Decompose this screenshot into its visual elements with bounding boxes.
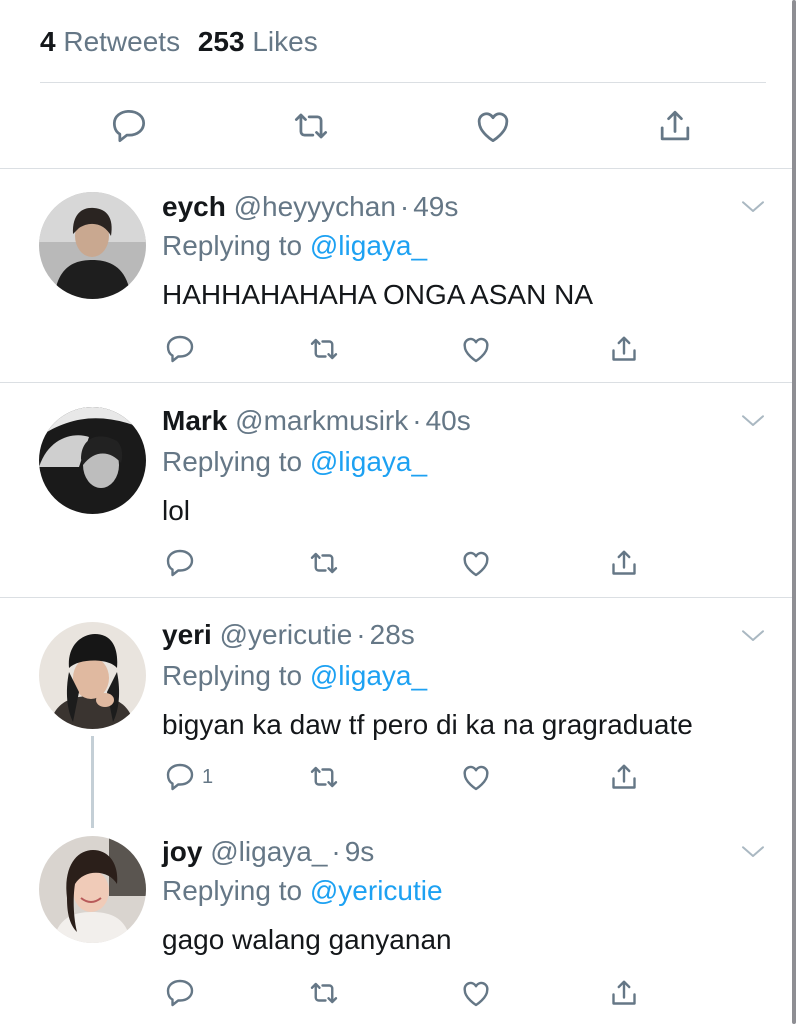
chevron-down-icon[interactable] [738, 836, 768, 866]
replying-to: Replying to @ligaya_ [162, 228, 427, 264]
share-icon[interactable] [606, 545, 642, 581]
user-handle[interactable]: @heyyychan [234, 191, 396, 222]
replying-to: Replying to @ligaya_ [162, 444, 427, 480]
timestamp[interactable]: 28s [370, 619, 415, 650]
separator-dot: · [331, 836, 341, 867]
user-handle[interactable]: @yericutie [220, 619, 353, 650]
like-icon[interactable] [471, 104, 515, 148]
display-name[interactable]: yeri [162, 619, 212, 650]
share-icon[interactable] [606, 331, 642, 367]
retweet-icon[interactable] [306, 331, 342, 367]
user-handle[interactable]: @markmusirk [235, 405, 408, 436]
tweet-text: lol [162, 495, 191, 526]
separator-dot: · [399, 191, 410, 222]
reply-tweet[interactable]: joy @ligaya_ · 9s Replying to @yericutie g… [0, 828, 792, 1024]
mention-link[interactable]: @ligaya_ [310, 660, 427, 691]
retweet-icon[interactable] [306, 759, 342, 795]
replying-prefix: Replying to [162, 660, 303, 691]
replying-prefix: Replying to [162, 875, 303, 906]
display-name[interactable]: Mark [162, 405, 227, 436]
display-name[interactable]: eych [162, 191, 226, 222]
timestamp[interactable]: 9s [345, 836, 375, 867]
likes-label[interactable]: Likes [252, 26, 317, 57]
avatar[interactable] [39, 192, 146, 299]
share-icon[interactable] [606, 759, 642, 795]
reply-icon[interactable] [162, 331, 198, 367]
retweets-count[interactable]: 4 [40, 26, 56, 57]
reply-action-bar [0, 331, 792, 367]
reply-tweet[interactable]: Mark @markmusirk · 40s Replying to @ligaya… [0, 383, 792, 597]
reply-count: 1 [202, 766, 214, 788]
reply-tweet[interactable]: yeri @yericutie · 28s Replying to @ligaya_… [0, 598, 792, 828]
avatar[interactable] [39, 622, 146, 729]
separator-dot: · [356, 619, 366, 650]
avatar[interactable] [39, 407, 146, 514]
divider [40, 82, 766, 83]
replying-to: Replying to @ligaya_ [162, 658, 427, 694]
avatar[interactable] [39, 836, 146, 943]
scrollbar[interactable] [792, 0, 796, 1024]
tweet-text: bigyan ka daw tf pero di ka na gragradua… [162, 709, 693, 740]
reply-tweet[interactable]: eych @heyyychan · 49s Replying to @ligaya_… [0, 169, 792, 381]
user-handle[interactable]: @ligaya_ [210, 836, 327, 867]
reply-action-bar [0, 975, 792, 1011]
chevron-down-icon[interactable] [738, 620, 768, 650]
replying-to: Replying to @yericutie [162, 873, 443, 909]
reply-icon[interactable]: 1 [162, 759, 213, 795]
like-icon[interactable] [458, 975, 494, 1011]
reply-icon[interactable] [162, 975, 198, 1011]
like-icon[interactable] [458, 545, 494, 581]
reply-header: Mark @markmusirk · 40s [162, 403, 471, 439]
reply-icon[interactable] [107, 104, 151, 148]
tweet-text: gago walang ganyanan [162, 924, 452, 955]
mention-link[interactable]: @yericutie [310, 875, 443, 906]
chevron-down-icon[interactable] [738, 405, 768, 435]
timestamp[interactable]: 40s [426, 405, 471, 436]
separator-dot: · [412, 405, 422, 436]
replying-prefix: Replying to [162, 230, 303, 261]
tweet-stats: 4 Retweets 253 Likes [40, 22, 328, 62]
reply-header: joy @ligaya_ · 9s [162, 834, 374, 870]
retweet-icon[interactable] [289, 104, 333, 148]
like-icon[interactable] [458, 759, 494, 795]
reply-header: yeri @yericutie · 28s [162, 617, 415, 653]
reply-action-bar: 1 [0, 759, 792, 795]
reply-header: eych @heyyychan · 49s [162, 189, 458, 225]
share-icon[interactable] [653, 104, 697, 148]
display-name[interactable]: joy [162, 836, 202, 867]
likes-count[interactable]: 253 [198, 26, 245, 57]
chevron-down-icon[interactable] [738, 191, 768, 221]
share-icon[interactable] [606, 975, 642, 1011]
like-icon[interactable] [458, 331, 494, 367]
timestamp[interactable]: 49s [413, 191, 458, 222]
mention-link[interactable]: @ligaya_ [310, 230, 427, 261]
mention-link[interactable]: @ligaya_ [310, 446, 427, 477]
replying-prefix: Replying to [162, 446, 303, 477]
retweet-icon[interactable] [306, 545, 342, 581]
reply-action-bar [0, 545, 792, 581]
retweet-icon[interactable] [306, 975, 342, 1011]
tweet-text: HAHHAHAHAHA ONGA ASAN NA [162, 279, 594, 310]
reply-icon[interactable] [162, 545, 198, 581]
tweet-action-bar [0, 104, 804, 148]
retweets-label[interactable]: Retweets [63, 26, 180, 57]
